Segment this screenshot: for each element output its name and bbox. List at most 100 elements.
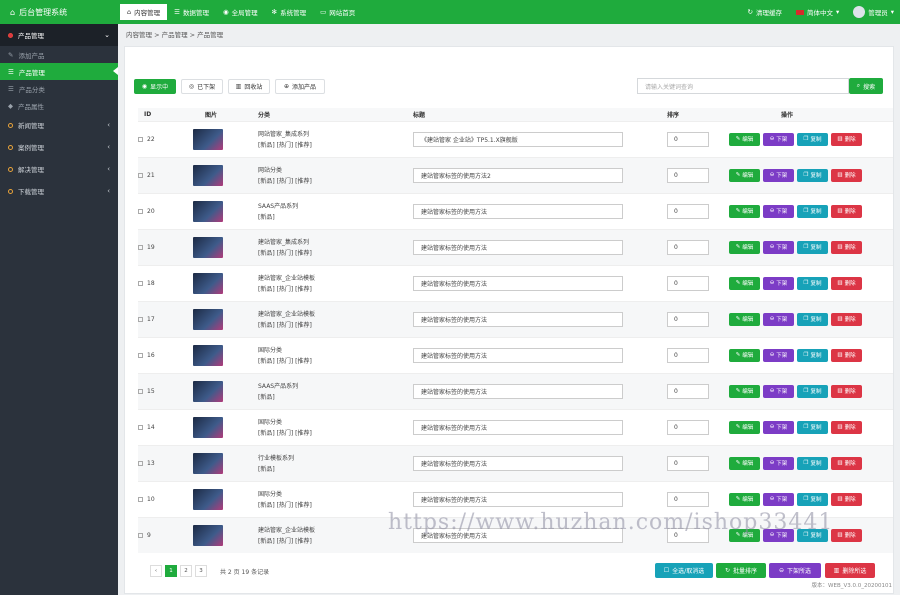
- delete-button[interactable]: ▥ 删除: [831, 492, 862, 506]
- edit-button[interactable]: ✎ 编辑: [729, 204, 760, 218]
- title-input[interactable]: 建站管家标签的使用方法: [413, 239, 623, 255]
- copy-button[interactable]: ❐ 复制: [797, 492, 828, 506]
- top-nav-global[interactable]: ◉ 全局管理: [216, 4, 265, 20]
- title-input[interactable]: 建站管家标签的使用方法: [413, 383, 623, 399]
- offline-button[interactable]: ⊖ 下架: [763, 276, 794, 290]
- sort-input[interactable]: 0: [667, 419, 709, 435]
- copy-button[interactable]: ❐ 复制: [797, 240, 828, 254]
- title-input[interactable]: 建站管家标签的使用方法: [413, 491, 623, 507]
- row-checkbox[interactable]: [138, 244, 143, 250]
- sort-input[interactable]: 0: [667, 131, 709, 147]
- copy-button[interactable]: ❐ 复制: [797, 456, 828, 470]
- sidebar-section-downloads[interactable]: 下载管理 ‹: [0, 180, 118, 202]
- search-button[interactable]: ⌕ 搜索: [849, 78, 883, 94]
- row-checkbox[interactable]: [138, 496, 143, 502]
- sort-input[interactable]: 0: [667, 311, 709, 327]
- offline-button[interactable]: ⊖ 下架: [763, 420, 794, 434]
- edit-button[interactable]: ✎ 编辑: [729, 276, 760, 290]
- title-input[interactable]: 《建站管家 企业站》TP5.1.X旗舰版: [413, 131, 623, 147]
- row-checkbox[interactable]: [138, 316, 143, 322]
- row-checkbox[interactable]: [138, 532, 143, 538]
- row-checkbox[interactable]: [138, 208, 143, 214]
- sort-input[interactable]: 0: [667, 455, 709, 471]
- page-1[interactable]: 1: [165, 565, 177, 577]
- sort-input[interactable]: 0: [667, 239, 709, 255]
- sort-input[interactable]: 0: [667, 203, 709, 219]
- delete-button[interactable]: ▥ 删除: [831, 348, 862, 362]
- row-checkbox[interactable]: [138, 280, 143, 286]
- sidebar-item-product-attribute[interactable]: ◆ 产品属性: [0, 97, 118, 114]
- copy-button[interactable]: ❐ 复制: [797, 348, 828, 362]
- page-3[interactable]: 3: [195, 565, 207, 577]
- row-checkbox[interactable]: [138, 172, 143, 178]
- edit-button[interactable]: ✎ 编辑: [729, 348, 760, 362]
- batch-sort-button[interactable]: ↻ 批量排序: [716, 563, 766, 578]
- edit-button[interactable]: ✎ 编辑: [729, 132, 760, 146]
- offline-button[interactable]: ⊖ 下架: [763, 240, 794, 254]
- clear-cache-button[interactable]: ↻ 清理缓存: [748, 7, 782, 17]
- page-2[interactable]: 2: [180, 565, 192, 577]
- top-nav-system[interactable]: ✻ 系统管理: [265, 4, 313, 20]
- delete-button[interactable]: ▥ 删除: [831, 528, 862, 542]
- delete-button[interactable]: ▥ 删除: [831, 312, 862, 326]
- user-menu[interactable]: 管理员 ▾: [853, 6, 894, 18]
- row-checkbox[interactable]: [138, 352, 143, 358]
- title-input[interactable]: 建站管家标签的使用方法: [413, 419, 623, 435]
- title-input[interactable]: 建站管家标签的使用方法: [413, 311, 623, 327]
- sidebar-section-solutions[interactable]: 解决管理 ‹: [0, 158, 118, 180]
- edit-button[interactable]: ✎ 编辑: [729, 456, 760, 470]
- edit-button[interactable]: ✎ 编辑: [729, 240, 760, 254]
- top-nav-data[interactable]: ☰ 数据管理: [167, 4, 216, 20]
- offline-button[interactable]: ⊖ 下架: [763, 384, 794, 398]
- sort-input[interactable]: 0: [667, 347, 709, 363]
- title-input[interactable]: 建站管家标签的使用方法: [413, 203, 623, 219]
- filter-show-button[interactable]: ◉ 显示中: [134, 79, 176, 94]
- sidebar-section-news[interactable]: 新闻管理 ‹: [0, 114, 118, 136]
- select-all-button[interactable]: ☐ 全选/取消选: [655, 563, 713, 578]
- delete-button[interactable]: ▥ 删除: [831, 420, 862, 434]
- copy-button[interactable]: ❐ 复制: [797, 312, 828, 326]
- sort-input[interactable]: 0: [667, 383, 709, 399]
- sidebar-item-product-category[interactable]: ☰ 产品分类: [0, 80, 118, 97]
- edit-button[interactable]: ✎ 编辑: [729, 168, 760, 182]
- delete-button[interactable]: ▥ 删除: [831, 204, 862, 218]
- copy-button[interactable]: ❐ 复制: [797, 168, 828, 182]
- top-nav-site-home[interactable]: ▭ 网站首页: [313, 4, 362, 20]
- language-select[interactable]: 简体中文 ▾: [795, 7, 839, 17]
- edit-button[interactable]: ✎ 编辑: [729, 420, 760, 434]
- sidebar-item-add-product[interactable]: ✎ 添加产品: [0, 46, 118, 63]
- add-product-button[interactable]: ⊕ 添加产品: [275, 79, 325, 94]
- copy-button[interactable]: ❐ 复制: [797, 276, 828, 290]
- row-checkbox[interactable]: [138, 460, 143, 466]
- search-input[interactable]: 请输入关键词查询: [637, 78, 849, 94]
- offline-button[interactable]: ⊖ 下架: [763, 204, 794, 218]
- delete-button[interactable]: ▥ 删除: [831, 456, 862, 470]
- title-input[interactable]: 建站管家标签的使用方法: [413, 455, 623, 471]
- app-logo[interactable]: ⌂ 后台管理系统: [0, 0, 118, 24]
- delete-button[interactable]: ▥ 删除: [831, 240, 862, 254]
- sidebar-section-products[interactable]: 产品管理 ⌄: [0, 24, 118, 46]
- sidebar-item-product-manage[interactable]: ☰ 产品管理: [0, 63, 118, 80]
- copy-button[interactable]: ❐ 复制: [797, 420, 828, 434]
- edit-button[interactable]: ✎ 编辑: [729, 492, 760, 506]
- copy-button[interactable]: ❐ 复制: [797, 204, 828, 218]
- offline-button[interactable]: ⊖ 下架: [763, 348, 794, 362]
- row-checkbox[interactable]: [138, 388, 143, 394]
- offline-button[interactable]: ⊖ 下架: [763, 168, 794, 182]
- filter-hidden-button[interactable]: ◎ 已下架: [181, 79, 223, 94]
- row-checkbox[interactable]: [138, 136, 143, 142]
- offline-button[interactable]: ⊖ 下架: [763, 492, 794, 506]
- sort-input[interactable]: 0: [667, 167, 709, 183]
- sidebar-section-cases[interactable]: 案例管理 ‹: [0, 136, 118, 158]
- delete-button[interactable]: ▥ 删除: [831, 276, 862, 290]
- copy-button[interactable]: ❐ 复制: [797, 132, 828, 146]
- offline-button[interactable]: ⊖ 下架: [763, 312, 794, 326]
- title-input[interactable]: 建站管家标签的使用方法: [413, 347, 623, 363]
- title-input[interactable]: 建站管家标签的使用方法: [413, 275, 623, 291]
- top-nav-content[interactable]: ⌂ 内容管理: [120, 4, 168, 20]
- page-prev[interactable]: ‹: [150, 565, 162, 577]
- copy-button[interactable]: ❐ 复制: [797, 384, 828, 398]
- offline-button[interactable]: ⊖ 下架: [763, 132, 794, 146]
- batch-offline-button[interactable]: ⊖ 下架所选: [769, 563, 821, 578]
- delete-button[interactable]: ▥ 删除: [831, 168, 862, 182]
